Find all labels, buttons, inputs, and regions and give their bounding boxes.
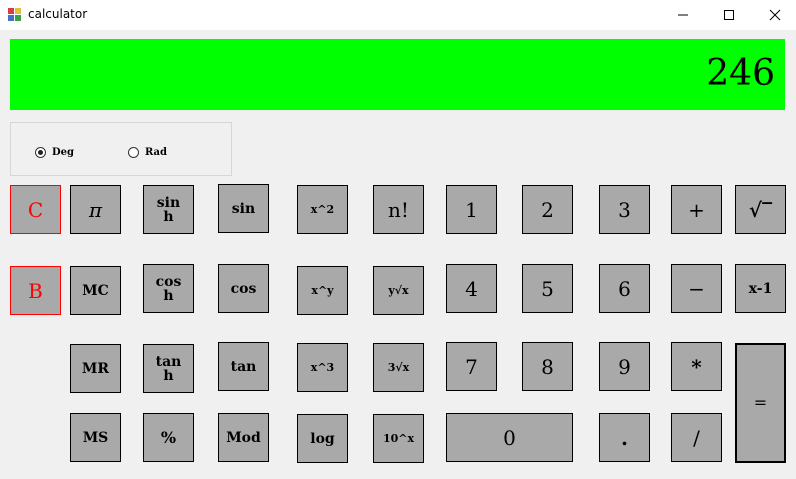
digit-4-button[interactable]: 4 [446,264,497,313]
angle-mode-group: Deg Rad [10,122,232,176]
window-title: calculator [28,7,88,21]
maximize-button[interactable] [706,0,752,30]
tan-button[interactable]: tan [218,342,269,391]
digit-9-button[interactable]: 9 [599,342,650,391]
decimal-button[interactable]: . [599,413,650,462]
display-value: 246 [706,53,775,94]
digit-7-button[interactable]: 7 [446,342,497,391]
sqrt-button[interactable]: √‾ [735,185,786,234]
radio-deg[interactable]: Deg [35,147,74,158]
digit-1-button[interactable]: 1 [446,185,497,234]
cos-button[interactable]: cos [218,264,269,313]
cube-button[interactable]: x^3 [297,343,348,392]
result-display: 246 [10,39,785,110]
ten-power-button[interactable]: 10^x [373,414,424,463]
equals-button[interactable]: = [735,343,786,463]
digit-0-button[interactable]: 0 [446,413,573,462]
digit-5-button[interactable]: 5 [522,264,573,313]
square-button[interactable]: x^2 [297,185,348,234]
sin-button[interactable]: sin [218,184,269,233]
close-icon [769,9,781,21]
digit-8-button[interactable]: 8 [522,342,573,391]
tanh-button[interactable]: tan h [143,344,194,393]
cube-root-button[interactable]: 3√x [373,343,424,392]
minus-button[interactable]: − [671,264,722,313]
mod-button[interactable]: Mod [218,413,269,462]
minimize-button[interactable] [660,0,706,30]
pi-button[interactable]: π [70,185,121,234]
multiply-button[interactable]: * [671,342,722,391]
minimize-icon [678,14,688,16]
log-button[interactable]: log [297,414,348,463]
digit-2-button[interactable]: 2 [522,185,573,234]
radio-rad-indicator [128,147,139,158]
clear-button[interactable]: C [10,185,61,234]
close-button[interactable] [752,0,796,30]
reciprocal-button[interactable]: x-1 [735,264,786,313]
memory-clear-button[interactable]: MC [70,266,121,315]
digit-3-button[interactable]: 3 [599,185,650,234]
factorial-button[interactable]: n! [373,185,424,234]
sinh-button[interactable]: sin h [143,185,194,234]
radio-rad[interactable]: Rad [128,147,167,158]
power-button[interactable]: x^y [297,266,348,315]
radio-deg-indicator [35,147,46,158]
memory-store-button[interactable]: MS [70,413,121,462]
app-icon [8,8,22,22]
memory-recall-button[interactable]: MR [70,344,121,393]
digit-6-button[interactable]: 6 [599,264,650,313]
title-bar: calculator [0,0,796,30]
radio-rad-label: Rad [145,147,168,158]
plus-button[interactable]: + [671,185,722,234]
divide-button[interactable]: / [671,413,722,462]
y-root-button[interactable]: y√x [373,266,424,315]
percent-button[interactable]: % [143,413,194,462]
cosh-button[interactable]: cos h [143,264,194,313]
maximize-icon [724,10,734,20]
radio-deg-label: Deg [52,147,75,158]
backspace-button[interactable]: B [10,266,61,315]
